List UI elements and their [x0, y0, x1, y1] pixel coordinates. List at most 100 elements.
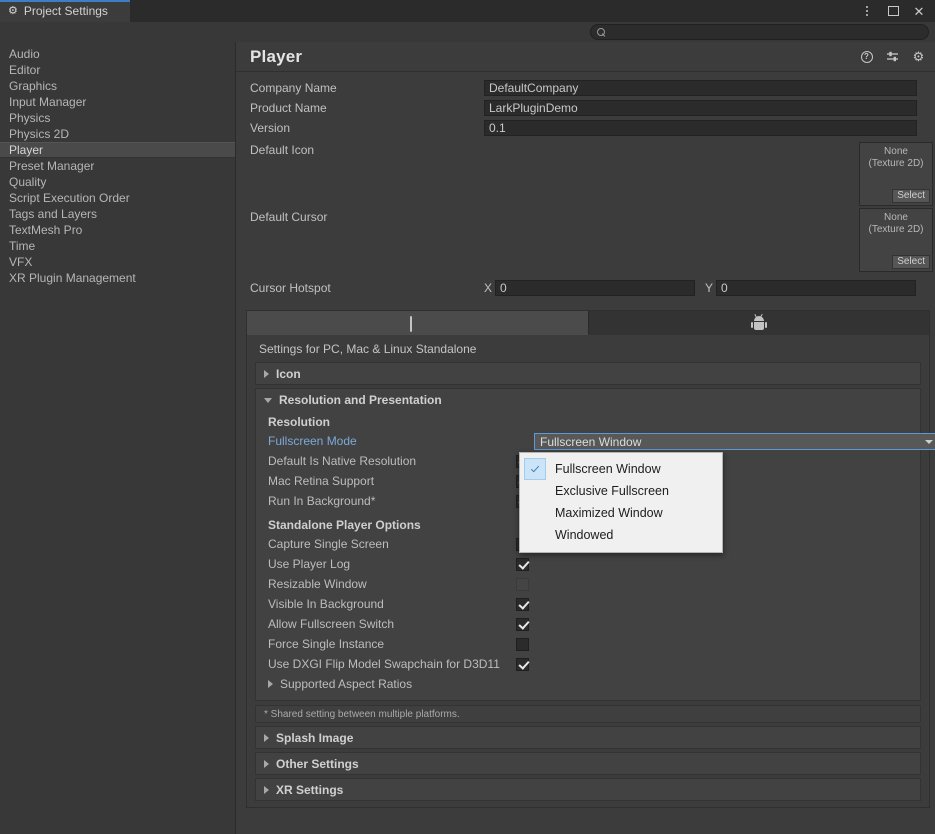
- sidebar-item-label: Preset Manager: [9, 159, 95, 173]
- allow-fullscreen-switch-checkbox[interactable]: [516, 617, 529, 631]
- company-name-label: Company Name: [250, 81, 337, 95]
- visible-in-background-checkbox[interactable]: [516, 597, 529, 611]
- force-single-instance-label: Force Single Instance: [268, 637, 385, 651]
- chevron-right-icon: [264, 759, 269, 768]
- default-cursor-label: Default Cursor: [250, 210, 328, 224]
- cursor-hotspot-y-label: Y: [705, 281, 714, 295]
- product-name-input[interactable]: [484, 100, 917, 116]
- kebab-menu-icon[interactable]: [859, 3, 875, 19]
- search-field[interactable]: [590, 24, 929, 40]
- default-icon-object-field[interactable]: None (Texture 2D) Select: [859, 142, 933, 206]
- row-product-name: Product Name: [236, 98, 935, 118]
- resizable-window-label: Resizable Window: [268, 577, 367, 591]
- fullscreen-mode-value: Fullscreen Window: [540, 434, 642, 449]
- section-xr-settings-label: XR Settings: [276, 782, 344, 797]
- settings-sidebar: Audio Editor Graphics Input Manager Phys…: [0, 42, 236, 834]
- default-cursor-object-field[interactable]: None (Texture 2D) Select: [859, 208, 933, 272]
- platform-tab-standalone[interactable]: [247, 311, 589, 335]
- row-default-cursor: Default Cursor None (Texture 2D) Select: [236, 206, 935, 276]
- capture-single-screen-label: Capture Single Screen: [268, 537, 389, 551]
- sidebar-item-graphics[interactable]: Graphics: [0, 78, 235, 94]
- platform-settings-box: Settings for PC, Mac & Linux Standalone …: [246, 310, 935, 808]
- android-robot-icon: [750, 313, 767, 330]
- section-xr-settings-header[interactable]: XR Settings: [256, 779, 920, 800]
- sidebar-item-textmesh-pro[interactable]: TextMesh Pro: [0, 222, 235, 238]
- page-title: Player: [250, 46, 303, 66]
- sidebar-item-label: Input Manager: [9, 95, 87, 109]
- section-splash-image[interactable]: Splash Image: [255, 726, 921, 749]
- sidebar-item-preset-manager[interactable]: Preset Manager: [0, 158, 235, 174]
- mac-retina-support-label: Mac Retina Support: [268, 474, 375, 488]
- default-icon-label: Default Icon: [250, 143, 315, 157]
- platform-tab-android[interactable]: [589, 311, 930, 335]
- section-other-settings-header[interactable]: Other Settings: [256, 753, 920, 774]
- tab-project-settings[interactable]: ⚙ Project Settings: [0, 0, 130, 22]
- sidebar-item-player[interactable]: Player: [0, 142, 235, 158]
- shared-setting-note: * Shared setting between multiple platfo…: [255, 705, 921, 723]
- preset-icon[interactable]: [886, 50, 899, 63]
- fullscreen-mode-dropdown[interactable]: Fullscreen Window: [534, 433, 935, 450]
- version-input[interactable]: [484, 120, 917, 136]
- window-controls: ✕: [859, 0, 935, 22]
- sidebar-item-time[interactable]: Time: [0, 238, 235, 254]
- sidebar-item-vfx[interactable]: VFX: [0, 254, 235, 270]
- sidebar-item-audio[interactable]: Audio: [0, 46, 235, 62]
- resizable-window-checkbox[interactable]: [516, 577, 529, 591]
- section-icon[interactable]: Icon: [255, 362, 921, 385]
- company-name-input[interactable]: [484, 80, 917, 96]
- visible-in-background-label: Visible In Background: [268, 597, 384, 611]
- close-icon[interactable]: ✕: [911, 3, 927, 19]
- sidebar-item-input-manager[interactable]: Input Manager: [0, 94, 235, 110]
- help-glyph: ?: [860, 50, 873, 63]
- fullscreen-mode-label: Fullscreen Mode: [268, 434, 357, 448]
- use-dxgi-flip-model-label: Use DXGI Flip Model Swapchain for D3D11: [268, 657, 500, 671]
- row-supported-aspect-ratios[interactable]: Supported Aspect Ratios: [256, 674, 920, 694]
- default-cursor-select-button[interactable]: Select: [892, 255, 930, 269]
- sidebar-item-quality[interactable]: Quality: [0, 174, 235, 190]
- help-icon[interactable]: ?: [860, 50, 873, 63]
- sidebar-item-physics-2d[interactable]: Physics 2D: [0, 126, 235, 142]
- cursor-hotspot-x-input[interactable]: [495, 280, 696, 296]
- cursor-hotspot-y-input[interactable]: [716, 280, 917, 296]
- fullscreen-mode-dropdown-popup[interactable]: Fullscreen Window Exclusive Fullscreen M…: [519, 452, 723, 553]
- section-xr-settings[interactable]: XR Settings: [255, 778, 921, 801]
- dropdown-option-label: Fullscreen Window: [555, 462, 661, 476]
- sidebar-item-label: TextMesh Pro: [9, 223, 83, 237]
- sidebar-item-label: Player: [9, 143, 44, 157]
- sidebar-item-tags-and-layers[interactable]: Tags and Layers: [0, 206, 235, 222]
- section-icon-header[interactable]: Icon: [256, 363, 920, 384]
- use-player-log-checkbox[interactable]: [516, 557, 529, 571]
- row-use-dxgi-flip-model: Use DXGI Flip Model Swapchain for D3D11: [256, 654, 920, 674]
- dropdown-option-windowed[interactable]: Windowed: [520, 524, 722, 546]
- dropdown-option-label: Windowed: [555, 528, 614, 542]
- chevron-right-icon: [264, 369, 269, 378]
- settings-gear-icon[interactable]: ⚙: [912, 50, 925, 63]
- maximize-icon[interactable]: [885, 3, 901, 19]
- force-single-instance-checkbox[interactable]: [516, 637, 529, 651]
- sidebar-item-physics[interactable]: Physics: [0, 110, 235, 126]
- section-other-settings[interactable]: Other Settings: [255, 752, 921, 775]
- allow-fullscreen-switch-label: Allow Fullscreen Switch: [268, 617, 395, 631]
- sidebar-item-label: Script Execution Order: [9, 191, 130, 205]
- search-row: [0, 22, 935, 42]
- dropdown-option-maximized-window[interactable]: Maximized Window: [520, 502, 722, 524]
- dropdown-option-fullscreen-window[interactable]: Fullscreen Window: [520, 458, 722, 480]
- sidebar-item-label: Time: [9, 239, 36, 253]
- chevron-down-icon: [264, 398, 272, 403]
- sidebar-item-label: VFX: [9, 255, 33, 269]
- section-splash-image-header[interactable]: Splash Image: [256, 727, 920, 748]
- dropdown-option-exclusive-fullscreen[interactable]: Exclusive Fullscreen: [520, 480, 722, 502]
- section-resolution-header[interactable]: Resolution and Presentation: [256, 389, 920, 410]
- row-visible-in-background: Visible In Background: [256, 594, 920, 614]
- chevron-right-icon: [264, 785, 269, 794]
- section-resolution-label: Resolution and Presentation: [279, 392, 442, 407]
- version-label: Version: [250, 121, 291, 135]
- row-version: Version: [236, 118, 935, 138]
- sidebar-item-script-execution-order[interactable]: Script Execution Order: [0, 190, 235, 206]
- chevron-right-icon: [264, 733, 269, 742]
- use-dxgi-flip-model-checkbox[interactable]: [516, 657, 529, 671]
- sidebar-item-xr-plugin-management[interactable]: XR Plugin Management: [0, 270, 235, 286]
- sidebar-item-editor[interactable]: Editor: [0, 62, 235, 78]
- search-input[interactable]: [610, 26, 922, 38]
- default-icon-select-button[interactable]: Select: [892, 189, 930, 203]
